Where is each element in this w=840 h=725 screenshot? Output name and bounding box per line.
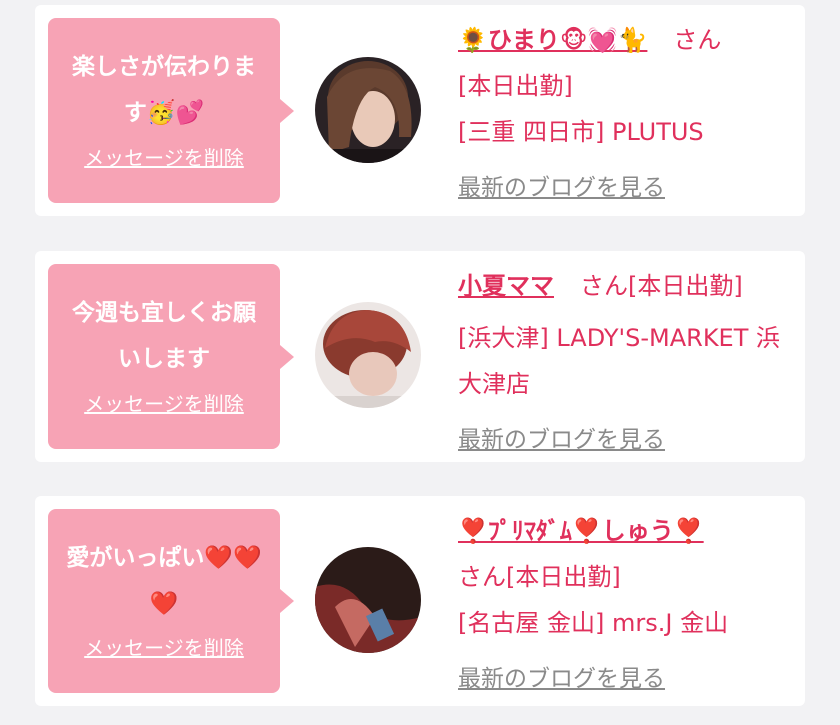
message-text: 愛がいっぱい❤️❤️❤️: [66, 545, 262, 617]
message-card: 今週も宜しくお願いします メッセージを削除 小夏ママ さん[本日出勤] [浜大津]…: [35, 251, 805, 462]
delete-message-link[interactable]: メッセージを削除: [48, 632, 280, 661]
message-text: 今週も宜しくお願いします: [72, 300, 256, 372]
avatar[interactable]: [315, 302, 421, 408]
shop-location: [名古屋 金山] mrs.J 金山: [458, 609, 729, 637]
message-bubble: 楽しさが伝わります🥳💕 メッセージを削除: [48, 18, 294, 203]
cast-name-link[interactable]: 🌻ひまり🐵💓🐈: [458, 26, 647, 54]
avatar-photo: [315, 302, 421, 408]
cast-name-link[interactable]: ❣️ﾌﾟﾘﾏﾀﾞﾑ❣️しゅう❣️: [458, 517, 704, 545]
cast-info: 🌻ひまり🐵💓🐈 さん [本日出勤] [三重 四日市] PLUTUS 最新のブログを…: [458, 17, 794, 211]
san-status-label: さん[本日出勤]: [458, 563, 621, 591]
avatar[interactable]: [315, 57, 421, 163]
cast-name-link[interactable]: 小夏ママ: [458, 272, 554, 300]
message-text: 楽しさが伝わります🥳💕: [72, 54, 256, 126]
name-row: ❣️ﾌﾟﾘﾏﾀﾞﾑ❣️しゅう❣️: [458, 508, 794, 554]
delete-message-link[interactable]: メッセージを削除: [48, 142, 280, 171]
avatar-photo: [315, 547, 421, 653]
shop-location: [浜大津] LADY'S-MARKET 浜大津店: [458, 324, 781, 398]
message-card: 楽しさが伝わります🥳💕 メッセージを削除 🌻ひまり🐵💓🐈 さん [本日出勤] [三…: [35, 5, 805, 216]
latest-blog-link[interactable]: 最新のブログを見る: [458, 165, 794, 211]
san-label: さん: [673, 26, 722, 54]
cast-info: 小夏ママ さん[本日出勤] [浜大津] LADY'S-MARKET 浜大津店 最新…: [458, 263, 794, 463]
message-bubble: 今週も宜しくお願いします メッセージを削除: [48, 264, 294, 449]
cast-info: ❣️ﾌﾟﾘﾏﾀﾞﾑ❣️しゅう❣️ さん[本日出勤] [名古屋 金山] mrs.J…: [458, 508, 794, 702]
avatar-photo: [315, 57, 421, 163]
latest-blog-link[interactable]: 最新のブログを見る: [458, 417, 794, 463]
name-row: 🌻ひまり🐵💓🐈 さん: [458, 17, 794, 63]
work-status: [本日出勤]: [458, 72, 573, 100]
shop-location: [三重 四日市] PLUTUS: [458, 118, 704, 146]
name-row: 小夏ママ さん[本日出勤]: [458, 263, 794, 309]
delete-message-link[interactable]: メッセージを削除: [48, 388, 280, 417]
message-bubble: 愛がいっぱい❤️❤️❤️ メッセージを削除: [48, 509, 294, 693]
message-card: 愛がいっぱい❤️❤️❤️ メッセージを削除 ❣️ﾌﾟﾘﾏﾀﾞﾑ❣️しゅう❣️ さ…: [35, 496, 805, 706]
avatar[interactable]: [315, 547, 421, 653]
san-status-label: さん[本日出勤]: [580, 272, 743, 300]
latest-blog-link[interactable]: 最新のブログを見る: [458, 656, 794, 702]
